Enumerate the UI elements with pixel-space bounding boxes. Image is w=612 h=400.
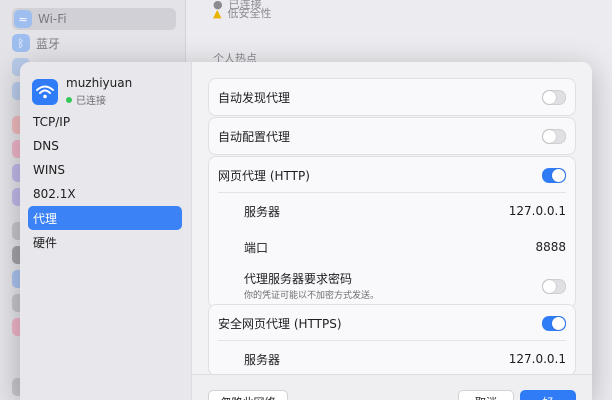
network-name: muzhiyuan — [66, 76, 133, 90]
auto-config-toggle[interactable] — [542, 128, 566, 144]
auth-warning-note: 你的凭证可能以不加密方式发送。 — [244, 291, 380, 301]
wifi-icon: ≈ — [14, 10, 32, 28]
http-proxy-card: 网页代理 (HTTP) 服务器 127.0.0.1 端口 8888 代理服务器要… — [208, 156, 576, 308]
warning-icon: ▲ — [213, 6, 222, 20]
settings-tabs: TCP/IP DNS WINS 802.1X 代理 硬件 — [28, 110, 182, 254]
sidebar-item-label: Wi-Fi — [38, 12, 67, 26]
wifi-icon — [32, 78, 58, 105]
tab-hardware[interactable]: 硬件 — [28, 230, 182, 254]
https-proxy-toggle[interactable] — [542, 315, 566, 331]
http-proxy-row: 网页代理 (HTTP) — [209, 157, 575, 193]
proxy-settings-panel: 自动发现代理 自动配置代理 网页代理 (HTTP) 服务器 127.0.0.1 … — [192, 62, 592, 400]
connected-dot-icon — [66, 96, 72, 103]
sidebar-item-label: 蓝牙 — [36, 36, 61, 51]
auto-config-row: 自动配置代理 — [209, 118, 575, 154]
http-port-field[interactable]: 8888 — [535, 240, 566, 254]
dialog-sidebar: muzhiyuan 已连接 TCP/IP DNS WINS 802.1X 代理 … — [20, 62, 192, 400]
auto-config-card: 自动配置代理 — [208, 117, 576, 155]
https-proxy-card: 安全网页代理 (HTTPS) 服务器 127.0.0.1 — [208, 304, 576, 376]
tab-802-1x[interactable]: 802.1X — [28, 182, 182, 206]
network-header: muzhiyuan 已连接 — [32, 76, 132, 107]
dialog-footer: 忽略此网络 取消 好 — [192, 374, 592, 400]
http-proxy-toggle[interactable] — [542, 167, 566, 183]
tab-tcp-ip[interactable]: TCP/IP — [28, 110, 182, 134]
https-server-field[interactable]: 127.0.0.1 — [509, 352, 566, 366]
network-settings-dialog: muzhiyuan 已连接 TCP/IP DNS WINS 802.1X 代理 … — [20, 62, 592, 400]
tab-proxy[interactable]: 代理 — [28, 206, 182, 230]
http-auth-toggle[interactable] — [542, 278, 566, 294]
http-server-field[interactable]: 127.0.0.1 — [509, 204, 566, 218]
ok-button[interactable]: 好 — [520, 390, 576, 400]
cancel-button[interactable]: 取消 — [458, 390, 514, 400]
security-status: ▲ 低安全性 — [213, 6, 272, 21]
auto-discover-row: 自动发现代理 — [209, 79, 575, 115]
tab-dns[interactable]: DNS — [28, 134, 182, 158]
bluetooth-icon: ᛒ — [12, 34, 30, 52]
auto-discover-card: 自动发现代理 — [208, 78, 576, 116]
network-status: 已连接 — [66, 92, 132, 107]
sidebar-item-wifi[interactable]: ≈ Wi-Fi — [12, 8, 176, 30]
https-proxy-row: 安全网页代理 (HTTPS) — [209, 305, 575, 341]
forget-network-button[interactable]: 忽略此网络 — [208, 390, 288, 400]
http-port-row: 端口 8888 — [244, 240, 566, 255]
tab-wins[interactable]: WINS — [28, 158, 182, 182]
http-server-row: 服务器 127.0.0.1 — [244, 204, 566, 219]
https-server-row: 服务器 127.0.0.1 — [244, 352, 566, 367]
http-auth-row: 代理服务器要求密码 你的凭证可能以不加密方式发送。 — [209, 265, 575, 307]
sidebar-item-bluetooth[interactable]: ᛒ 蓝牙 — [12, 32, 60, 54]
auto-discover-toggle[interactable] — [542, 89, 566, 105]
